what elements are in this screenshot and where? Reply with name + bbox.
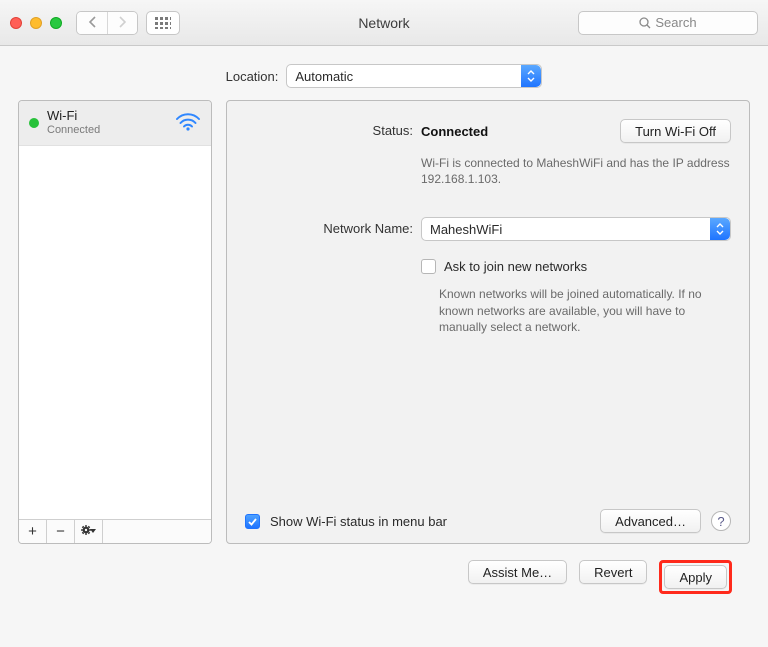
- wifi-icon: [175, 111, 201, 134]
- status-value: Connected: [421, 124, 488, 139]
- checkbox-unchecked-icon: [421, 259, 436, 274]
- network-name-label: Network Name:: [245, 217, 413, 236]
- zoom-window-button[interactable]: [50, 17, 62, 29]
- location-row: Location: Automatic: [0, 46, 768, 100]
- location-label: Location:: [226, 69, 279, 84]
- help-button[interactable]: ?: [711, 511, 731, 531]
- location-value: Automatic: [295, 69, 353, 84]
- updown-arrows-icon: [521, 65, 541, 87]
- network-preferences-window: Network Search Location: Automatic: [0, 0, 768, 647]
- service-text: Wi-Fi Connected: [47, 109, 167, 137]
- show-menubar-checkbox[interactable]: Show Wi-Fi status in menu bar: [245, 514, 447, 529]
- checkbox-checked-icon: [245, 514, 260, 529]
- ask-join-checkbox[interactable]: Ask to join new networks: [421, 259, 587, 274]
- services-list[interactable]: Wi-Fi Connected: [19, 101, 211, 519]
- toggle-wifi-button[interactable]: Turn Wi-Fi Off: [620, 119, 731, 143]
- location-select[interactable]: Automatic: [286, 64, 542, 88]
- advanced-button[interactable]: Advanced…: [600, 509, 701, 533]
- service-item-wifi[interactable]: Wi-Fi Connected: [19, 101, 211, 146]
- updown-arrows-icon: [710, 218, 730, 240]
- ask-join-note: Known networks will be joined automatica…: [439, 286, 731, 335]
- detail-pane: Status: Connected Turn Wi-Fi Off Wi-Fi i…: [226, 100, 750, 544]
- forward-button[interactable]: [107, 12, 137, 34]
- close-window-button[interactable]: [10, 17, 22, 29]
- apply-highlight: Apply: [659, 560, 732, 594]
- show-menubar-label: Show Wi-Fi status in menu bar: [270, 514, 447, 529]
- status-dot-icon: [29, 118, 39, 128]
- revert-button[interactable]: Revert: [579, 560, 647, 584]
- grid-icon: [155, 17, 171, 29]
- network-name-value: MaheshWiFi: [430, 222, 502, 237]
- gear-icon: [80, 523, 98, 541]
- apply-button[interactable]: Apply: [664, 565, 727, 589]
- network-name-select[interactable]: MaheshWiFi: [421, 217, 731, 241]
- services-sidebar: Wi-Fi Connected: [18, 100, 212, 544]
- remove-service-button[interactable]: −: [47, 520, 75, 543]
- search-icon: [639, 17, 651, 29]
- service-status: Connected: [47, 124, 167, 137]
- sidebar-toolbar: + −: [19, 519, 211, 543]
- footer-buttons: Assist Me… Revert Apply: [18, 544, 750, 594]
- service-name: Wi-Fi: [47, 109, 167, 124]
- ask-join-label: Ask to join new networks: [444, 259, 587, 274]
- show-all-button[interactable]: [146, 11, 180, 35]
- add-service-button[interactable]: +: [19, 520, 47, 543]
- window-controls: [10, 17, 62, 29]
- nav-back-forward: [76, 11, 138, 35]
- titlebar: Network Search: [0, 0, 768, 46]
- status-label: Status:: [245, 119, 413, 138]
- minimize-window-button[interactable]: [30, 17, 42, 29]
- service-actions-button[interactable]: [75, 520, 103, 543]
- back-button[interactable]: [77, 12, 107, 34]
- search-field[interactable]: Search: [578, 11, 758, 35]
- search-placeholder: Search: [655, 15, 696, 30]
- assist-me-button[interactable]: Assist Me…: [468, 560, 567, 584]
- status-note: Wi-Fi is connected to MaheshWiFi and has…: [421, 155, 731, 187]
